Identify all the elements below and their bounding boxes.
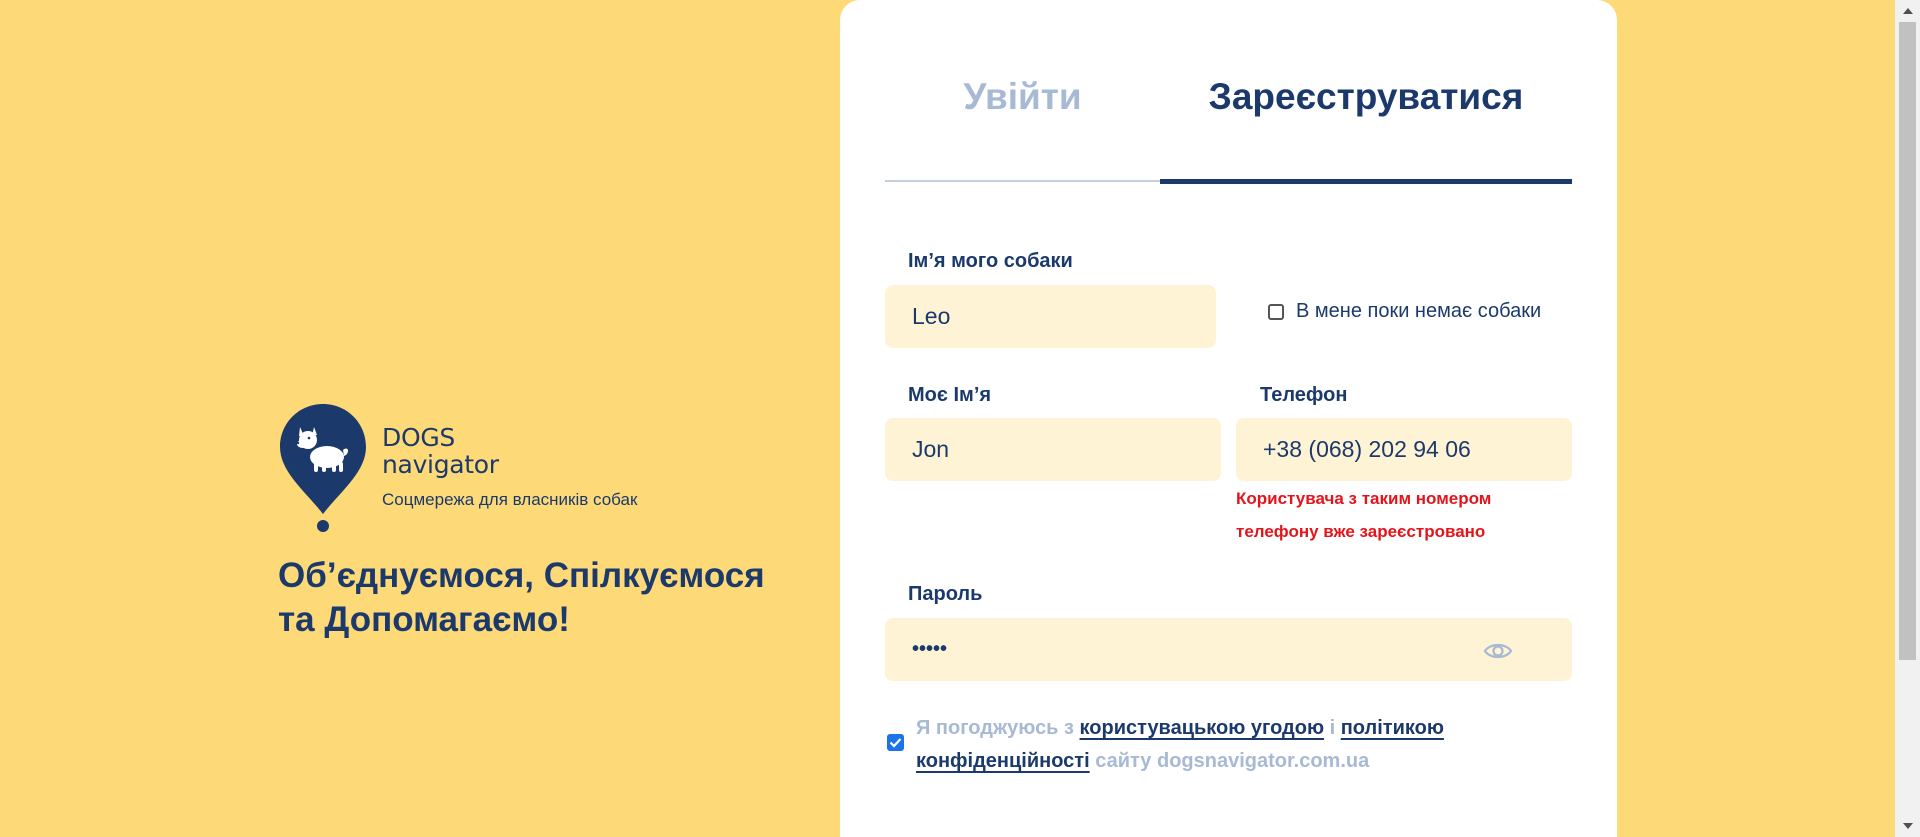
no-dog-label: В мене поки немає собаки <box>1296 300 1542 322</box>
tab-login[interactable]: Увійти <box>885 76 1160 118</box>
phone-label: Телефон <box>1260 384 1348 406</box>
dog-name-input[interactable] <box>885 285 1216 348</box>
agree-checkbox[interactable] <box>887 734 904 751</box>
scroll-down-arrow-icon[interactable] <box>1903 823 1913 829</box>
corgi-pin-icon <box>278 402 368 532</box>
slogan-line2: та Допомагаємо! <box>278 600 570 639</box>
page-scrollbar[interactable] <box>1895 0 1920 837</box>
tab-register[interactable]: Зареєструватися <box>1160 76 1572 118</box>
logo: DOGS navigator Соцмережа для власників с… <box>278 402 798 532</box>
brand-tagline: Соцмережа для власників собак <box>382 490 638 509</box>
phone-input[interactable] <box>1236 418 1572 481</box>
phone-error-line2: телефону вже зареєстровано <box>1236 522 1486 541</box>
agree-suffix: сайту dogsnavigator.com.ua <box>1089 750 1370 772</box>
slogan-line1: Об’єднуємося, Спілкуємося <box>278 556 765 595</box>
dog-name-label: Ім’я мого собаки <box>908 250 1073 272</box>
check-icon <box>889 738 902 748</box>
no-dog-option[interactable]: В мене поки немає собаки <box>1268 300 1541 323</box>
slogan: Об’єднуємося, Спілкуємося та Допомагаємо… <box>278 554 798 642</box>
password-label: Пароль <box>908 583 983 605</box>
privacy-policy-link-part1[interactable]: політикою <box>1341 717 1444 739</box>
agree-prefix: Я погоджуюсь з <box>916 717 1080 739</box>
branding-panel: DOGS navigator Соцмережа для власників с… <box>278 402 798 642</box>
auth-card: Увійти Зареєструватися Ім’я мого собаки … <box>840 0 1617 837</box>
scrollbar-thumb[interactable] <box>1899 22 1916 660</box>
phone-error-message: Користувача з таким номером телефону вже… <box>1236 482 1536 548</box>
scroll-up-arrow-icon[interactable] <box>1903 8 1913 14</box>
agree-text: Я погоджуюсь з користувацькою угодою і п… <box>916 712 1516 778</box>
phone-error-line1: Користувача з таким номером <box>1236 489 1492 508</box>
brand-name-line2: navigator <box>382 450 499 479</box>
my-name-input[interactable] <box>885 418 1221 481</box>
privacy-policy-link-part2[interactable]: конфіденційності <box>916 750 1090 772</box>
agree-and: і <box>1324 717 1341 739</box>
no-dog-checkbox[interactable] <box>1268 303 1284 320</box>
user-agreement-link[interactable]: користувацькою угодою <box>1080 717 1325 739</box>
show-password-eye-icon[interactable] <box>1483 636 1513 666</box>
auth-tabs: Увійти Зареєструватися <box>885 0 1572 184</box>
my-name-label: Моє Ім’я <box>908 384 992 406</box>
brand-text: DOGS navigator Соцмережа для власників с… <box>382 424 637 510</box>
password-input[interactable] <box>885 618 1572 681</box>
tab-active-indicator <box>1160 179 1572 184</box>
brand-name-line1: DOGS <box>382 423 455 452</box>
